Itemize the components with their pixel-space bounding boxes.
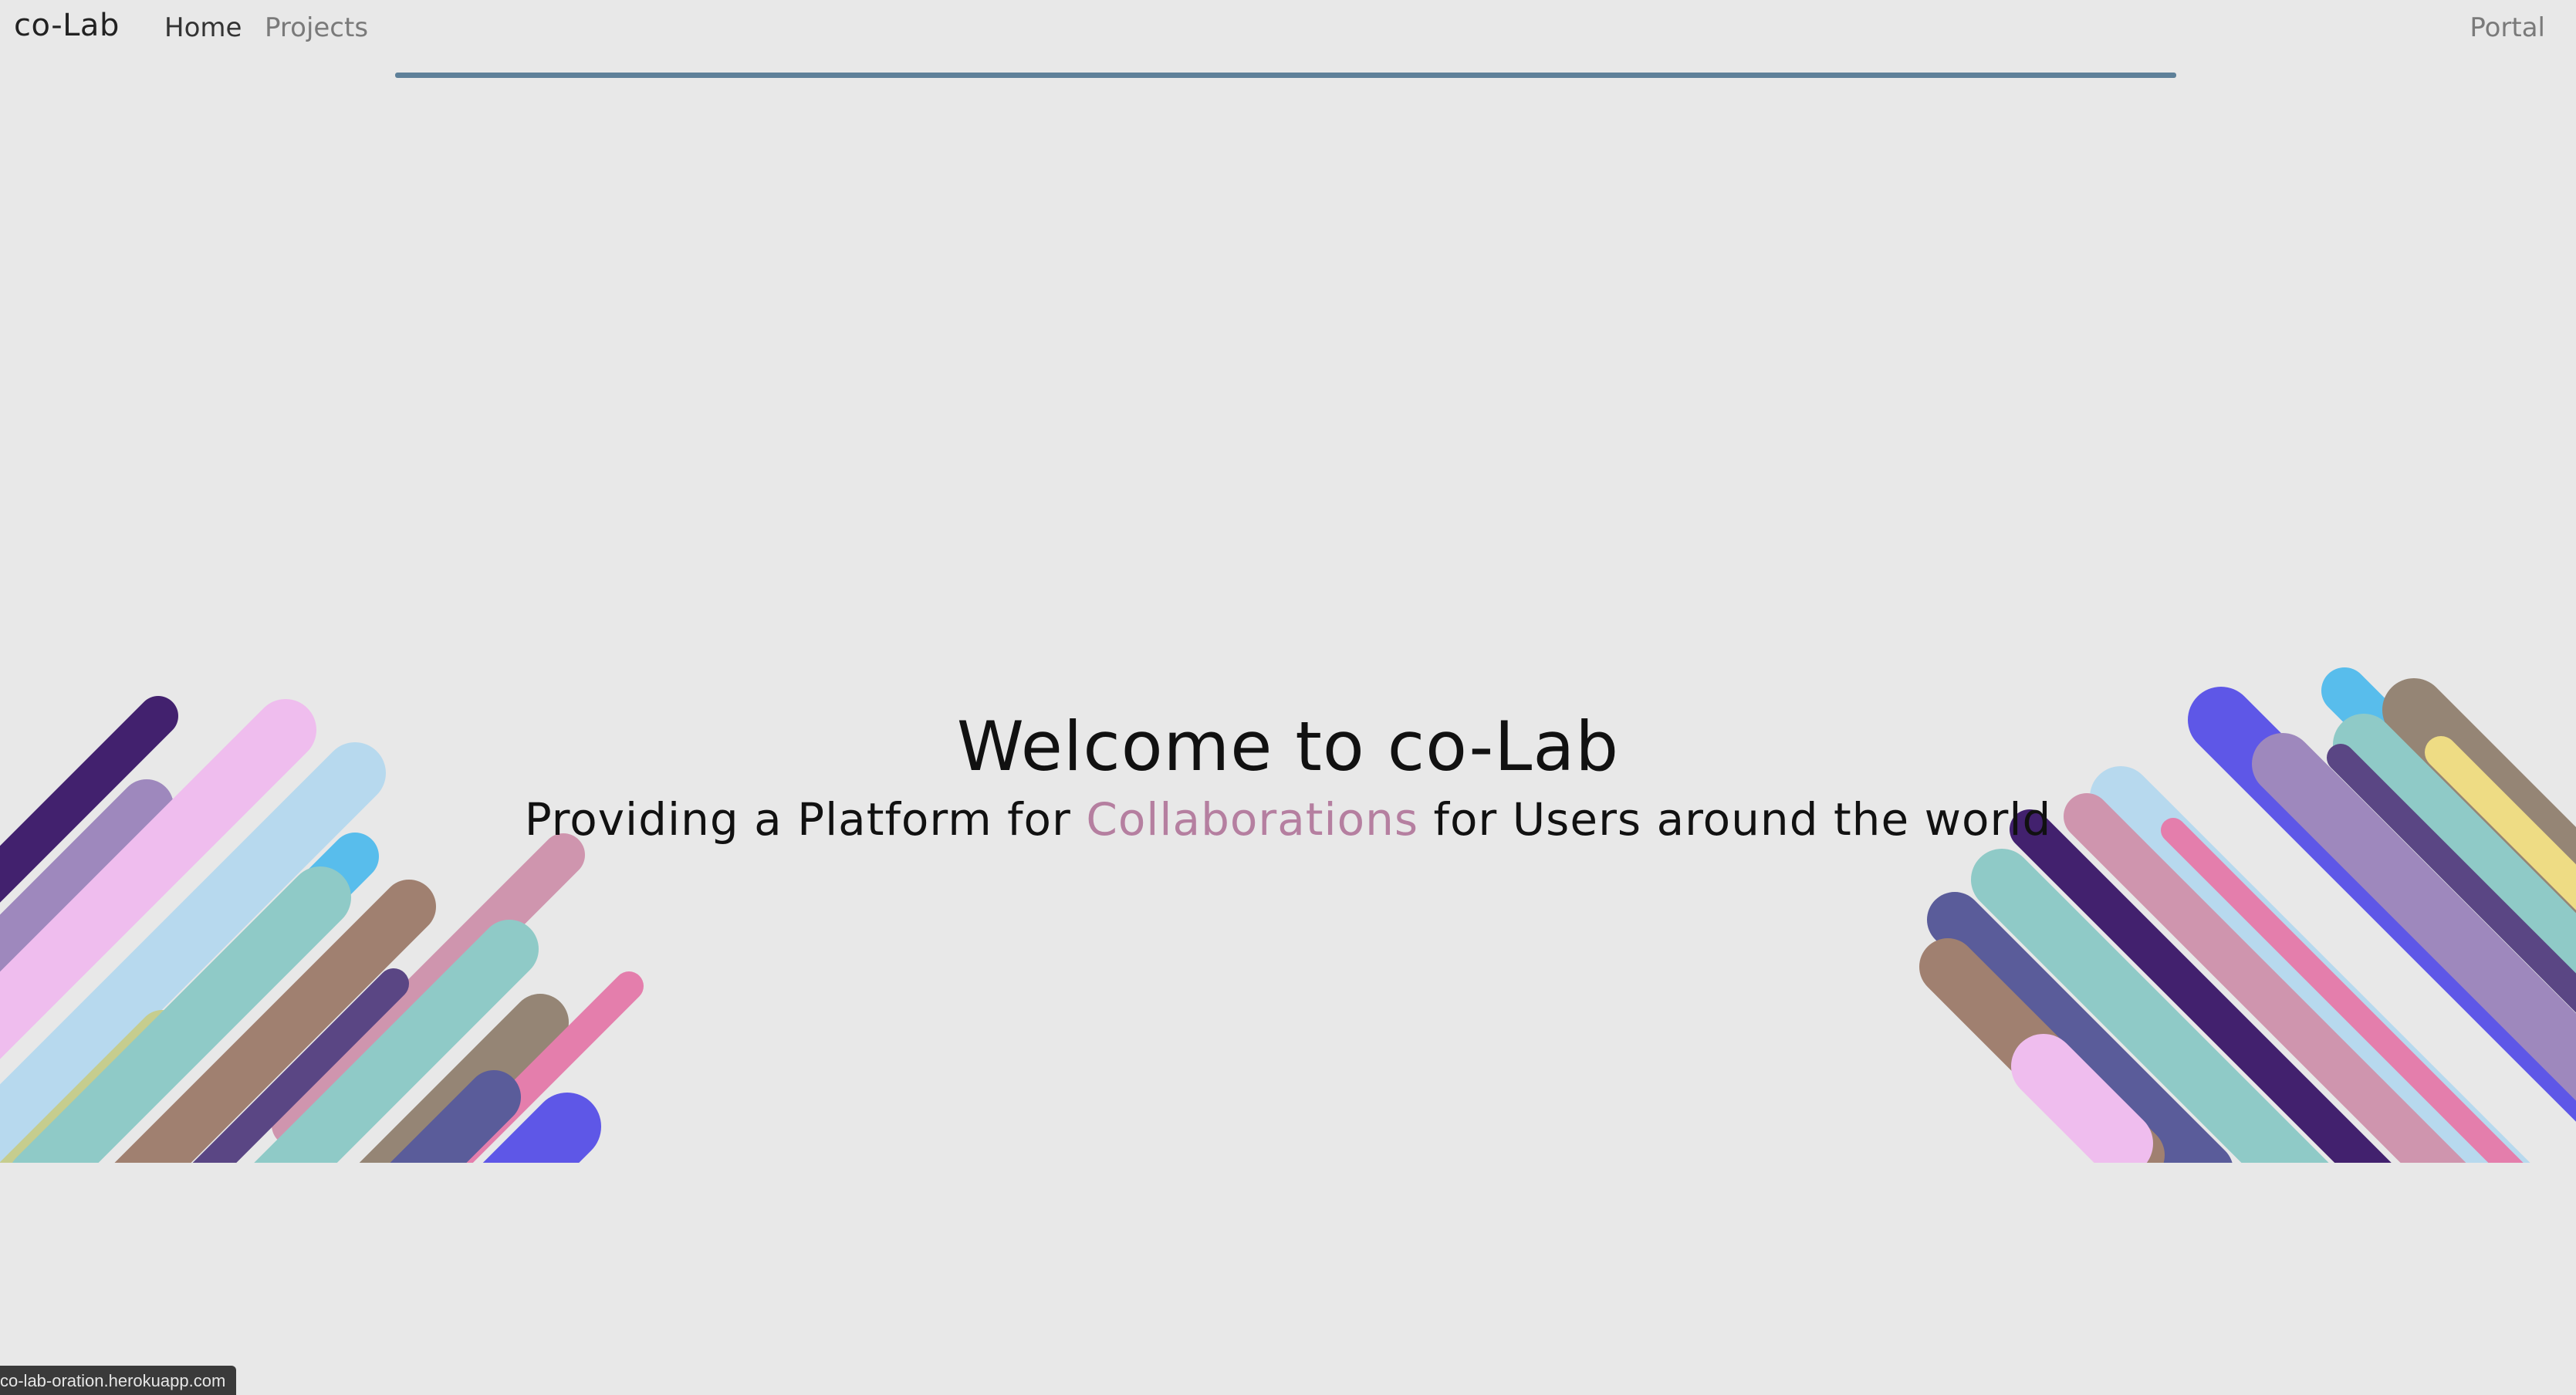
page: co-Lab Home Projects Portal Welcome to c… [0, 0, 2576, 1395]
hero-subtitle-suffix: for Users around the world [1418, 793, 2052, 846]
nav-link-home[interactable]: Home [164, 12, 242, 43]
nav-link-portal[interactable]: Portal [2470, 12, 2545, 43]
decoration-stripes-right [1804, 617, 2576, 1163]
stripes-left-graphic [0, 696, 644, 1163]
hero-subtitle: Providing a Platform for Collaborations … [0, 793, 2576, 846]
status-bar-url: co-lab-oration.herokuapp.com [0, 1366, 237, 1395]
hero-title: Welcome to co-Lab [956, 707, 1620, 786]
nav-link-projects[interactable]: Projects [265, 12, 368, 43]
hero-subtitle-accent: Collaborations [1086, 793, 1419, 846]
top-navbar: co-Lab Home Projects Portal [0, 0, 2576, 78]
brand-logo-link[interactable]: co-Lab [14, 8, 120, 43]
navbar-underline [395, 73, 2176, 78]
stripes-right-graphic [1919, 667, 2576, 1163]
hero-subtitle-prefix: Providing a Platform for [524, 793, 1087, 846]
decoration-stripes-left [0, 617, 695, 1163]
